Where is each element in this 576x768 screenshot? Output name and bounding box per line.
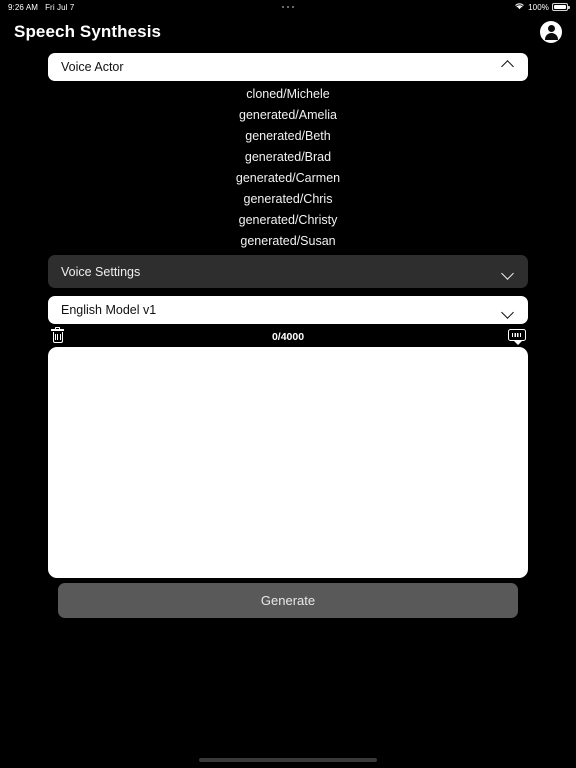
chevron-down-icon xyxy=(502,265,515,278)
status-time: 9:26 AM xyxy=(8,2,39,12)
list-item[interactable]: generated/Brad xyxy=(48,147,528,168)
list-item[interactable]: generated/Amelia xyxy=(48,105,528,126)
status-bar-right: 100% xyxy=(514,2,570,12)
multitasking-dots-icon xyxy=(0,6,576,8)
dot xyxy=(292,6,294,8)
generate-button[interactable]: Generate xyxy=(58,583,518,618)
avatar-head xyxy=(547,25,555,32)
account-avatar-icon[interactable] xyxy=(540,21,562,43)
app-header: Speech Synthesis xyxy=(0,14,576,50)
page-title: Speech Synthesis xyxy=(14,22,162,41)
avatar-body xyxy=(544,33,558,40)
chevron-up-icon xyxy=(502,61,515,74)
battery-percent-label: 100% xyxy=(528,2,549,12)
hide-keyboard-icon xyxy=(508,329,526,345)
list-item[interactable]: generated/Chris xyxy=(48,189,528,210)
chevron-down-icon xyxy=(502,304,515,317)
dot xyxy=(282,6,284,8)
model-dropdown[interactable]: English Model v1 xyxy=(48,296,528,324)
status-bar-left: 9:26 AM Fri Jul 7 xyxy=(8,3,74,12)
list-item[interactable]: generated/Susan xyxy=(48,231,528,252)
list-item[interactable]: generated/Christy xyxy=(48,210,528,231)
speech-text-input[interactable] xyxy=(48,347,528,578)
generate-button-label: Generate xyxy=(260,593,316,608)
list-item[interactable]: cloned/Michele xyxy=(48,84,528,105)
status-date: Fri Jul 7 xyxy=(45,2,75,12)
wifi-icon xyxy=(514,2,525,12)
voice-settings-panel[interactable]: Voice Settings xyxy=(48,255,528,288)
list-item[interactable]: generated/Carmen xyxy=(48,168,528,189)
home-indicator xyxy=(199,758,377,762)
dot xyxy=(287,6,289,8)
character-counter: 0/4000 xyxy=(271,331,305,343)
status-bar: 9:26 AM Fri Jul 7 100% xyxy=(0,0,576,14)
model-selected-label: English Model v1 xyxy=(61,303,157,317)
voice-settings-label: Voice Settings xyxy=(61,264,141,279)
clear-text-button[interactable] xyxy=(48,326,70,348)
trash-icon xyxy=(51,327,64,344)
dismiss-keyboard-button[interactable] xyxy=(506,326,528,348)
list-item[interactable]: generated/Beth xyxy=(48,126,528,147)
voice-actor-label: Voice Actor xyxy=(61,60,124,74)
battery-full-icon xyxy=(552,3,570,11)
editor-toolbar: 0/4000 xyxy=(48,325,528,349)
voice-actor-dropdown[interactable]: Voice Actor xyxy=(48,53,528,81)
voice-actor-option-list[interactable]: cloned/Michele generated/Amelia generate… xyxy=(48,84,528,252)
